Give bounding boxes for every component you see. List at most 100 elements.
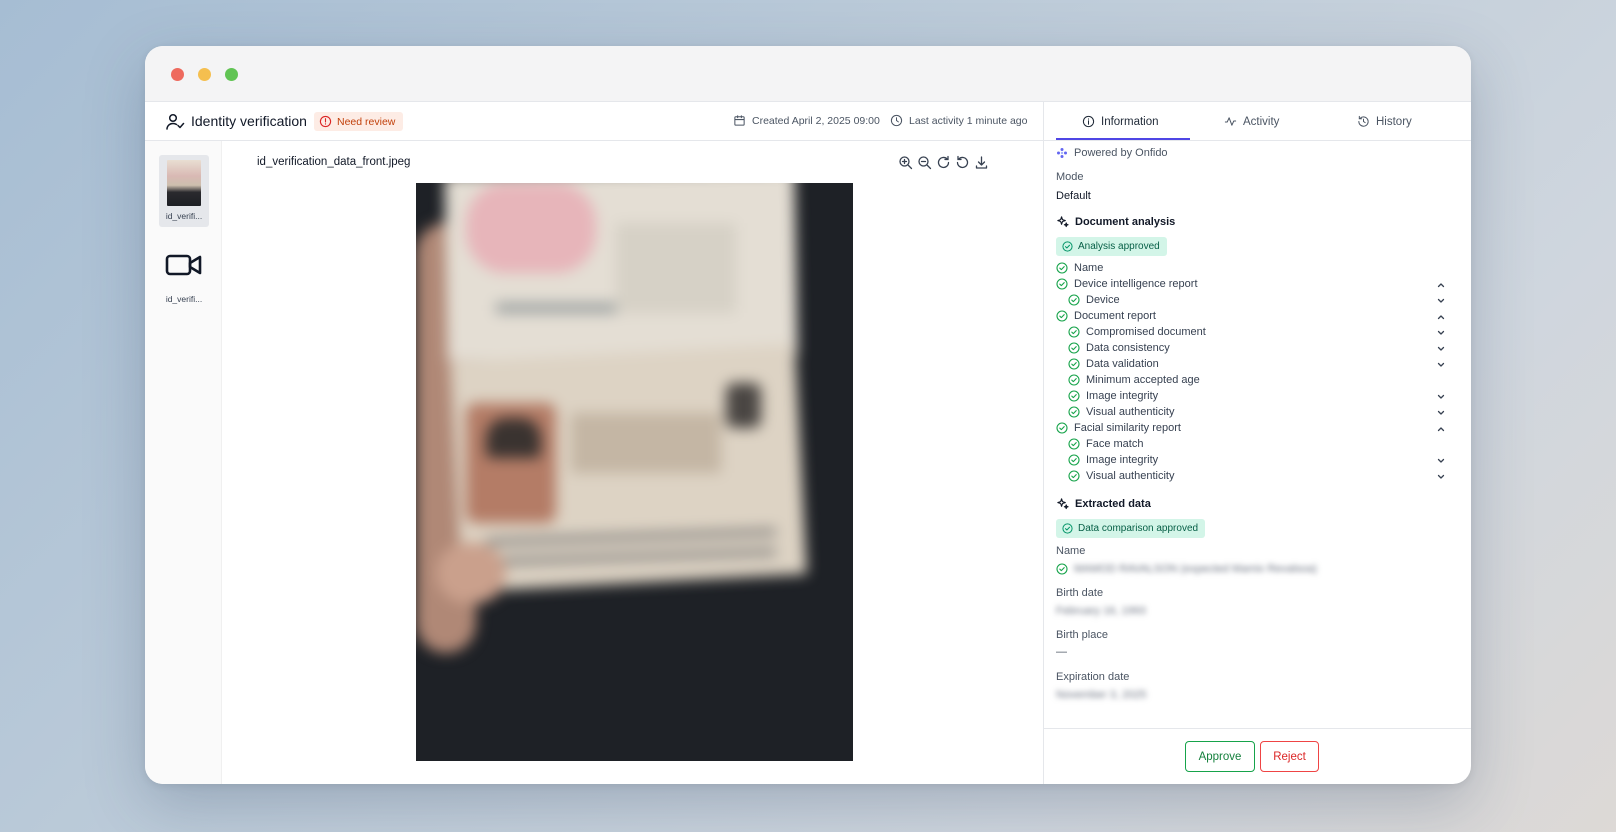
check-circle-icon (1062, 241, 1073, 252)
tab-history[interactable]: History (1357, 102, 1412, 141)
activity-icon (1224, 117, 1237, 126)
check-item-label: Face match (1086, 438, 1144, 450)
document-viewer: id_verification_data_front.jpeg (222, 141, 1043, 784)
chevron-down-icon[interactable] (1436, 408, 1446, 418)
close-window-button[interactable] (171, 68, 184, 81)
passport-thumbnail (167, 160, 201, 206)
document-image (416, 183, 853, 761)
tab-information-label: Information (1101, 115, 1159, 128)
check-item-label: Compromised document (1086, 326, 1206, 338)
created-date-text: Created April 2, 2025 09:00 (752, 114, 880, 127)
check-item-label: Document report (1074, 310, 1156, 322)
chevron-down-icon[interactable] (1436, 360, 1446, 370)
redacted-value: February 16, 1993 (1056, 605, 1146, 617)
data-comparison-badge: Data comparison approved (1056, 519, 1206, 538)
last-activity-text: Last activity 1 minute ago (909, 114, 1028, 127)
document-pane: Identity verification Need review Create… (145, 102, 1043, 784)
tab-information[interactable]: Information (1082, 102, 1159, 141)
info-icon (1082, 115, 1095, 128)
onfido-logo-icon (1057, 148, 1067, 158)
approve-button[interactable]: Approve (1185, 741, 1255, 772)
chevron-down-icon[interactable] (1436, 344, 1446, 354)
check-item[interactable]: Visual authenticity (1068, 470, 1174, 482)
minimize-window-button[interactable] (198, 68, 211, 81)
check-item: Minimum accepted age (1068, 374, 1200, 386)
page-header: Identity verification Need review Create… (145, 102, 1043, 141)
thumbnail-list: id_verifi... id_verifi... (145, 141, 222, 784)
check-circle-icon (1068, 326, 1080, 338)
check-item: Face match (1068, 438, 1143, 450)
history-icon (1358, 115, 1369, 127)
check-item[interactable]: Visual authenticity (1068, 406, 1174, 418)
redacted-value: November 3, 2025 (1056, 689, 1147, 701)
redacted-value: MAMOD RAVALSON (expected Mamix Revalsoa) (1074, 563, 1317, 575)
information-panel: Powered by Onfido Mode Default Document … (1044, 141, 1471, 728)
check-circle-icon (1056, 278, 1068, 290)
download-icon[interactable] (974, 155, 989, 170)
check-circle-icon (1068, 438, 1080, 450)
analysis-approved-badge: Analysis approved (1056, 237, 1167, 256)
check-item[interactable]: Device (1068, 294, 1120, 306)
field-label: Birth date (1056, 587, 1104, 599)
chevron-up-icon[interactable] (1436, 424, 1446, 434)
chevron-down-icon[interactable] (1436, 296, 1446, 306)
check-item[interactable]: Document report (1056, 310, 1156, 322)
action-bar: Approve Reject (1044, 728, 1471, 784)
details-panel: Information Activity History Powered by … (1043, 102, 1471, 784)
check-item-label: Data validation (1086, 358, 1159, 370)
check-item[interactable]: Image integrity (1068, 390, 1158, 402)
sparkles-icon (1057, 498, 1069, 510)
tab-activity[interactable]: Activity (1224, 102, 1279, 141)
check-circle-icon (1068, 358, 1080, 370)
field-value: — (1056, 646, 1067, 658)
check-item[interactable]: Facial similarity report (1056, 422, 1181, 434)
chevron-down-icon[interactable] (1436, 392, 1446, 402)
check-item: Name (1056, 262, 1103, 274)
rotate-left-icon[interactable] (955, 155, 970, 170)
check-item[interactable]: Device intelligence report (1056, 278, 1198, 290)
chevron-down-icon[interactable] (1436, 472, 1446, 482)
check-circle-icon (1062, 523, 1073, 534)
chevron-down-icon[interactable] (1436, 456, 1446, 466)
check-item[interactable]: Data validation (1068, 358, 1159, 370)
user-check-icon (165, 112, 185, 132)
thumbnail-video[interactable]: id_verifi... (159, 245, 209, 305)
check-item[interactable]: Compromised document (1068, 326, 1206, 338)
extracted-data-title: Extracted data (1056, 497, 1151, 510)
check-item-label: Name (1074, 262, 1104, 274)
active-tab-indicator (1056, 138, 1190, 140)
check-circle-icon (1068, 294, 1080, 306)
reject-button[interactable]: Reject (1260, 741, 1319, 772)
thumbnail-label: id_verifi... (165, 294, 203, 304)
check-item[interactable]: Image integrity (1068, 454, 1158, 466)
rotate-right-icon[interactable] (936, 155, 951, 170)
check-circle-icon (1068, 470, 1080, 482)
status-badge-label: Need review (337, 115, 396, 128)
created-date: Created April 2, 2025 09:00 (733, 114, 880, 127)
check-item-label: Device intelligence report (1074, 278, 1198, 290)
check-item[interactable]: Data consistency (1068, 342, 1170, 354)
check-circle-icon (1068, 390, 1080, 402)
check-circle-icon (1056, 422, 1068, 434)
check-circle-icon (1056, 563, 1068, 575)
maximize-window-button[interactable] (225, 68, 238, 81)
zoom-out-icon[interactable] (917, 155, 932, 170)
powered-by: Powered by Onfido (1056, 147, 1168, 159)
chevron-up-icon[interactable] (1436, 280, 1446, 290)
last-activity: Last activity 1 minute ago (890, 114, 1027, 127)
zoom-in-icon[interactable] (898, 155, 913, 170)
thumbnail-image[interactable]: id_verifi... (159, 155, 209, 227)
mode-value: Default (1056, 190, 1091, 202)
powered-by-text: Powered by Onfido (1074, 147, 1168, 159)
check-item-label: Image integrity (1086, 454, 1159, 466)
tab-bar: Information Activity History (1044, 102, 1471, 141)
sparkles-icon (1057, 216, 1069, 228)
chevron-up-icon[interactable] (1436, 312, 1446, 322)
clock-icon (890, 114, 903, 127)
title-bar (145, 46, 1471, 102)
chevron-down-icon[interactable] (1436, 328, 1446, 338)
check-circle-icon (1056, 310, 1068, 322)
video-camera-icon (165, 254, 202, 276)
app-window: Identity verification Need review Create… (145, 46, 1471, 784)
check-item-label: Visual authenticity (1086, 470, 1175, 482)
